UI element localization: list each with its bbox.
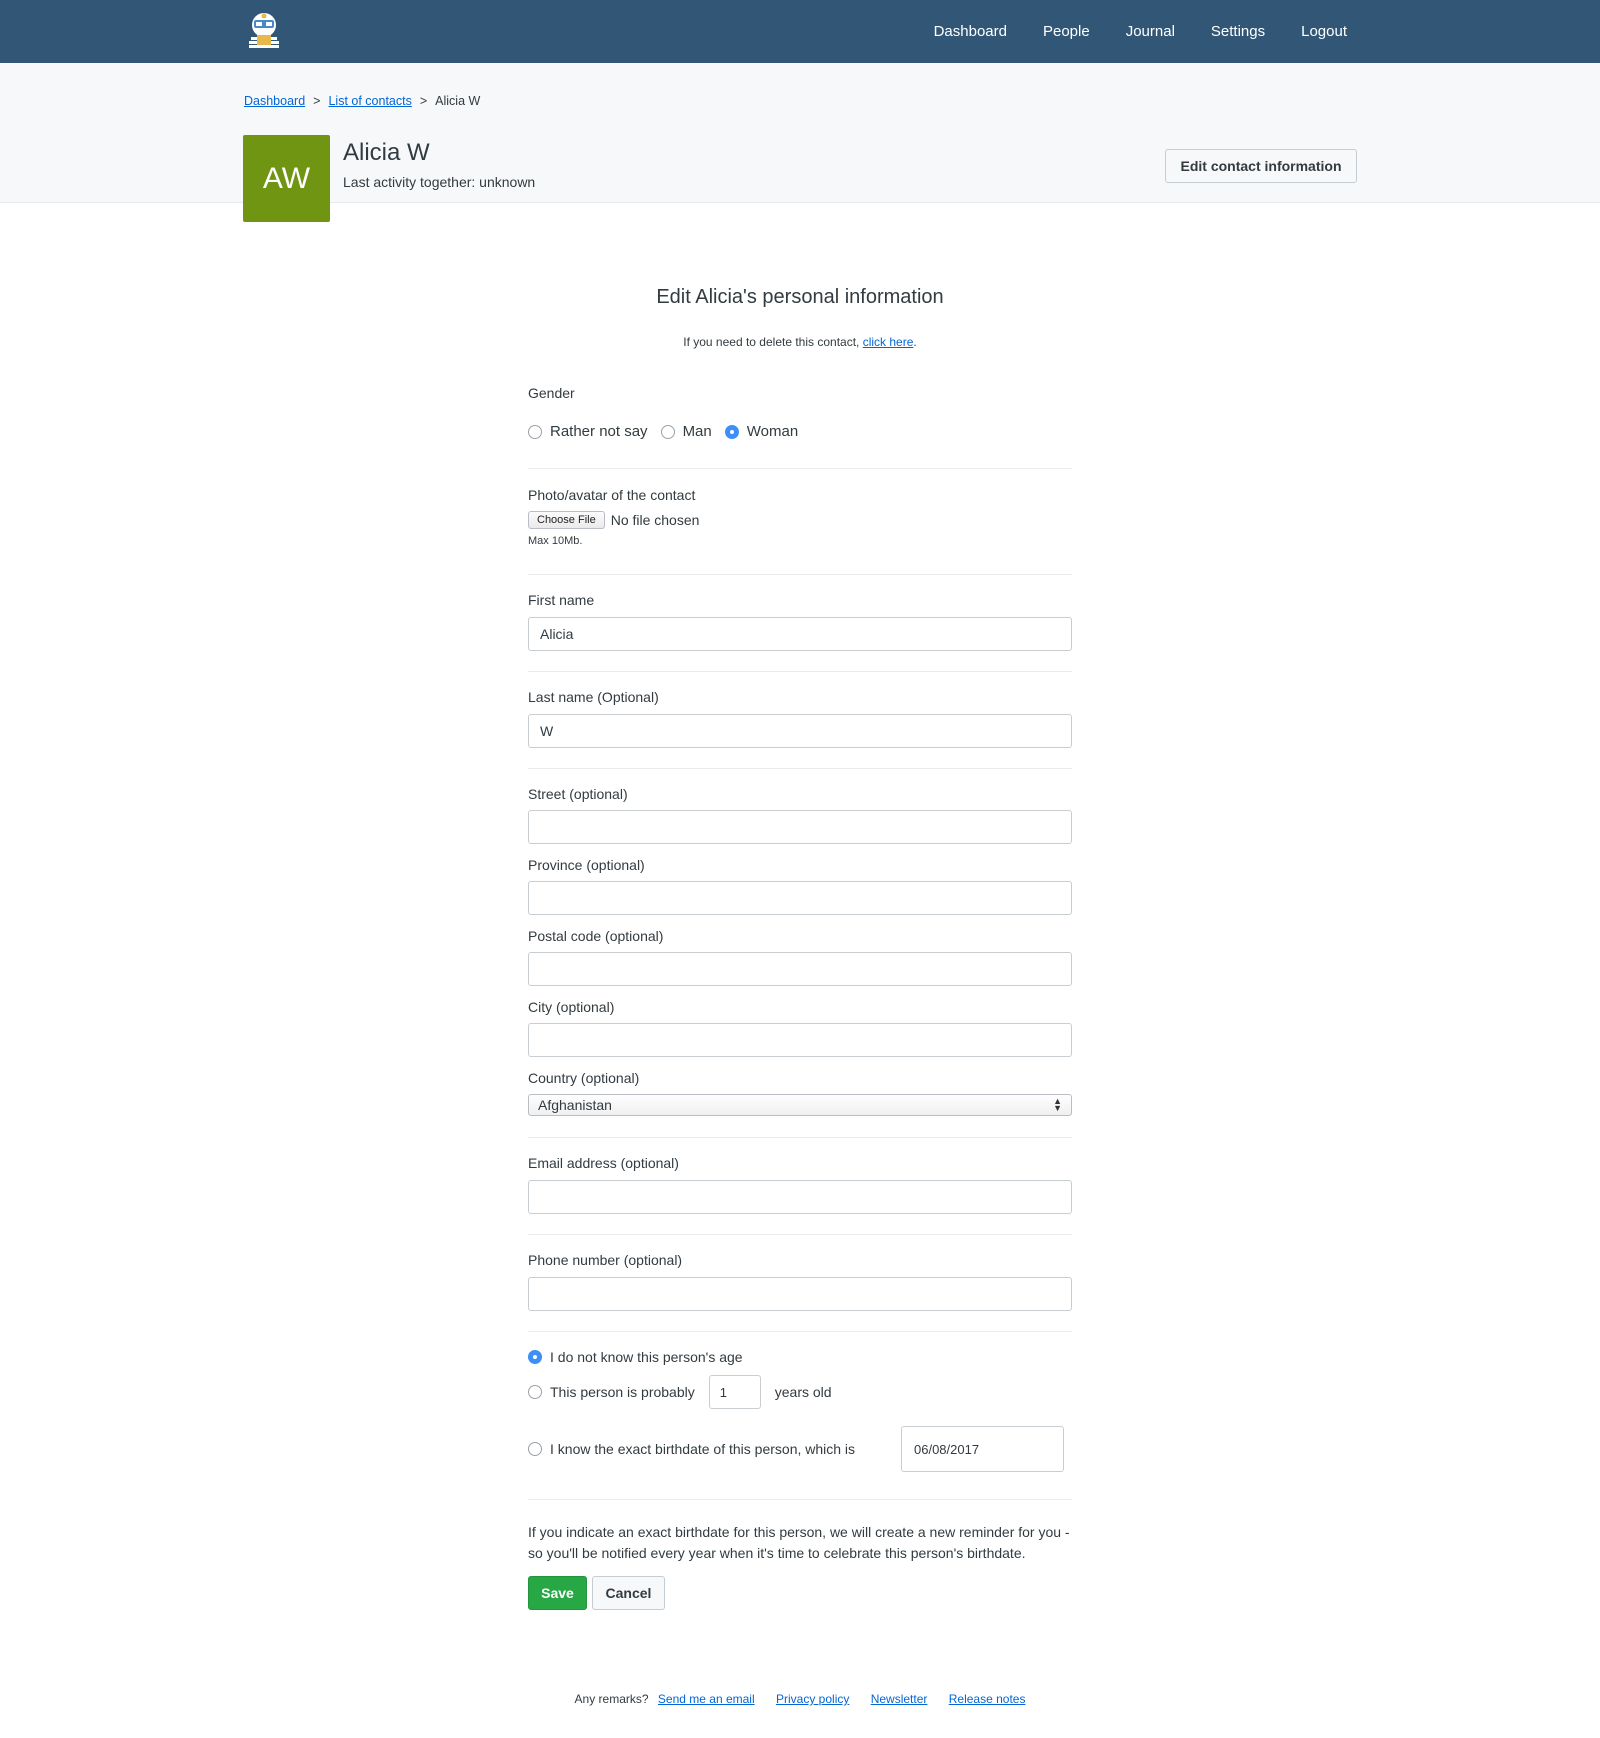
radio-age-probably[interactable] xyxy=(528,1385,542,1399)
postal-code-field: Postal code (optional) xyxy=(528,928,1072,999)
birthdate-input[interactable]: 06/08/2017 xyxy=(901,1426,1064,1472)
age-option-exact: I know the exact birthdate of this perso… xyxy=(528,1426,1072,1472)
file-input: Choose File No file chosen xyxy=(528,511,1072,529)
country-label: Country (optional) xyxy=(528,1070,640,1086)
postal-code-label: Postal code (optional) xyxy=(528,928,664,944)
country-selected-value: Afghanistan xyxy=(538,1097,612,1113)
form-actions: Save Cancel xyxy=(528,1576,1072,1610)
street-label: Street (optional) xyxy=(528,786,628,802)
footer-release-notes-link[interactable]: Release notes xyxy=(949,1692,1026,1706)
probable-age-input[interactable]: 1 xyxy=(708,1375,761,1409)
years-old-label: years old xyxy=(774,1384,832,1400)
last-activity: Last activity together: unknown xyxy=(343,174,536,190)
street-input[interactable] xyxy=(528,810,1072,844)
form-title: Edit Alicia's personal information xyxy=(656,286,944,308)
email-section: Email address (optional) xyxy=(528,1138,1072,1235)
age-option-label: This person is probably xyxy=(550,1384,695,1400)
reminder-note: If you indicate an exact birthdate for t… xyxy=(528,1524,1070,1561)
gender-options: Rather not say Man Woman xyxy=(528,423,1072,440)
delete-note: If you need to delete this contact, clic… xyxy=(528,335,1072,349)
footer: Any remarks? Send me an email Privacy po… xyxy=(0,1692,1600,1706)
gender-option-label: Rather not say xyxy=(550,423,648,440)
last-name-input[interactable]: W xyxy=(528,714,1072,748)
gender-section: Gender Rather not say Man Woman xyxy=(528,378,1072,469)
first-name-section: First name Alicia xyxy=(528,575,1072,672)
first-name-input[interactable]: Alicia xyxy=(528,617,1072,651)
gender-option-rather-not-say[interactable]: Rather not say xyxy=(528,423,648,440)
radio-age-unknown[interactable] xyxy=(528,1350,542,1364)
contact-name: Alicia W xyxy=(343,139,430,166)
nav-people[interactable]: People xyxy=(1043,23,1090,40)
footer-remarks: Any remarks? xyxy=(574,1692,649,1706)
age-option-probably: This person is probably 1 years old xyxy=(528,1375,1072,1409)
email-label: Email address (optional) xyxy=(528,1155,679,1171)
province-field: Province (optional) xyxy=(528,857,1072,928)
age-section: I do not know this person's age This per… xyxy=(528,1332,1072,1500)
address-section: Street (optional) Province (optional) Po… xyxy=(528,769,1072,1138)
footer-privacy-policy-link[interactable]: Privacy policy xyxy=(776,1692,849,1706)
gender-option-man[interactable]: Man xyxy=(660,423,712,440)
gender-option-label: Man xyxy=(682,423,712,440)
first-name-label: First name xyxy=(528,592,595,608)
city-label: City (optional) xyxy=(528,999,615,1015)
main-nav: Dashboard People Journal Settings Logout xyxy=(898,0,1347,63)
radio-woman[interactable] xyxy=(724,424,739,439)
photo-section: Photo/avatar of the contact Choose File … xyxy=(528,469,1072,575)
breadcrumb-current: Alicia W xyxy=(435,94,481,108)
postal-code-input[interactable] xyxy=(528,952,1072,986)
province-input[interactable] xyxy=(528,881,1072,915)
nav-logout[interactable]: Logout xyxy=(1301,23,1347,40)
last-name-label: Last name (Optional) xyxy=(528,689,659,705)
photo-label: Photo/avatar of the contact xyxy=(528,487,696,503)
age-option-label: I do not know this person's age xyxy=(550,1349,743,1365)
country-field: Country (optional) Afghanistan ▲ ▼ xyxy=(528,1070,1072,1116)
email-input[interactable] xyxy=(528,1180,1072,1214)
contact-header xyxy=(0,63,1600,203)
breadcrumb-dashboard[interactable]: Dashboard xyxy=(244,94,305,108)
save-button[interactable]: Save xyxy=(528,1576,587,1610)
cancel-button[interactable]: Cancel xyxy=(592,1576,665,1610)
country-select[interactable]: Afghanistan ▲ ▼ xyxy=(528,1094,1072,1116)
footer-send-email-link[interactable]: Send me an email xyxy=(658,1692,755,1706)
age-option-unknown[interactable]: I do not know this person's age xyxy=(528,1349,1072,1365)
age-option-label: I know the exact birthdate of this perso… xyxy=(550,1441,856,1457)
max-size-note: Max 10Mb. xyxy=(528,535,583,547)
breadcrumb-separator: > xyxy=(419,94,428,108)
radio-rather-not-say[interactable] xyxy=(528,424,542,439)
nav-dashboard[interactable]: Dashboard xyxy=(934,23,1007,40)
breadcrumb-separator: > xyxy=(313,94,321,108)
delete-note-text: If you need to delete this contact, xyxy=(683,335,860,349)
gender-label: Gender xyxy=(528,385,575,401)
radio-age-exact[interactable] xyxy=(528,1442,542,1456)
gender-option-label: Woman xyxy=(746,423,799,440)
delete-contact-link[interactable]: click here xyxy=(863,335,914,349)
contact-avatar: AW xyxy=(243,135,330,222)
edit-contact-button[interactable]: Edit contact information xyxy=(1165,149,1357,183)
footer-newsletter-link[interactable]: Newsletter xyxy=(871,1692,928,1706)
breadcrumb: Dashboard > List of contacts > Alicia W xyxy=(244,94,480,108)
edit-contact-form: Gender Rather not say Man Woman Photo/av… xyxy=(528,378,1072,1610)
monica-logo-icon[interactable] xyxy=(244,11,284,53)
nav-journal[interactable]: Journal xyxy=(1126,23,1175,40)
phone-label: Phone number (optional) xyxy=(528,1252,683,1268)
city-input[interactable] xyxy=(528,1023,1072,1057)
last-name-section: Last name (Optional) W xyxy=(528,672,1072,769)
nav-settings[interactable]: Settings xyxy=(1211,23,1265,40)
file-status: No file chosen xyxy=(610,512,700,528)
breadcrumb-list-of-contacts[interactable]: List of contacts xyxy=(328,94,411,108)
phone-input[interactable] xyxy=(528,1277,1072,1311)
radio-man[interactable] xyxy=(660,424,675,439)
choose-file-button[interactable]: Choose File xyxy=(528,511,605,529)
top-navbar: Dashboard People Journal Settings Logout xyxy=(0,0,1600,63)
city-field: City (optional) xyxy=(528,999,1072,1070)
gender-option-woman[interactable]: Woman xyxy=(724,423,799,440)
delete-note-suffix: . xyxy=(913,335,917,349)
province-label: Province (optional) xyxy=(528,857,645,873)
phone-section: Phone number (optional) xyxy=(528,1235,1072,1332)
street-field: Street (optional) xyxy=(528,786,1072,857)
select-arrows-icon: ▲ ▼ xyxy=(1053,1096,1062,1113)
